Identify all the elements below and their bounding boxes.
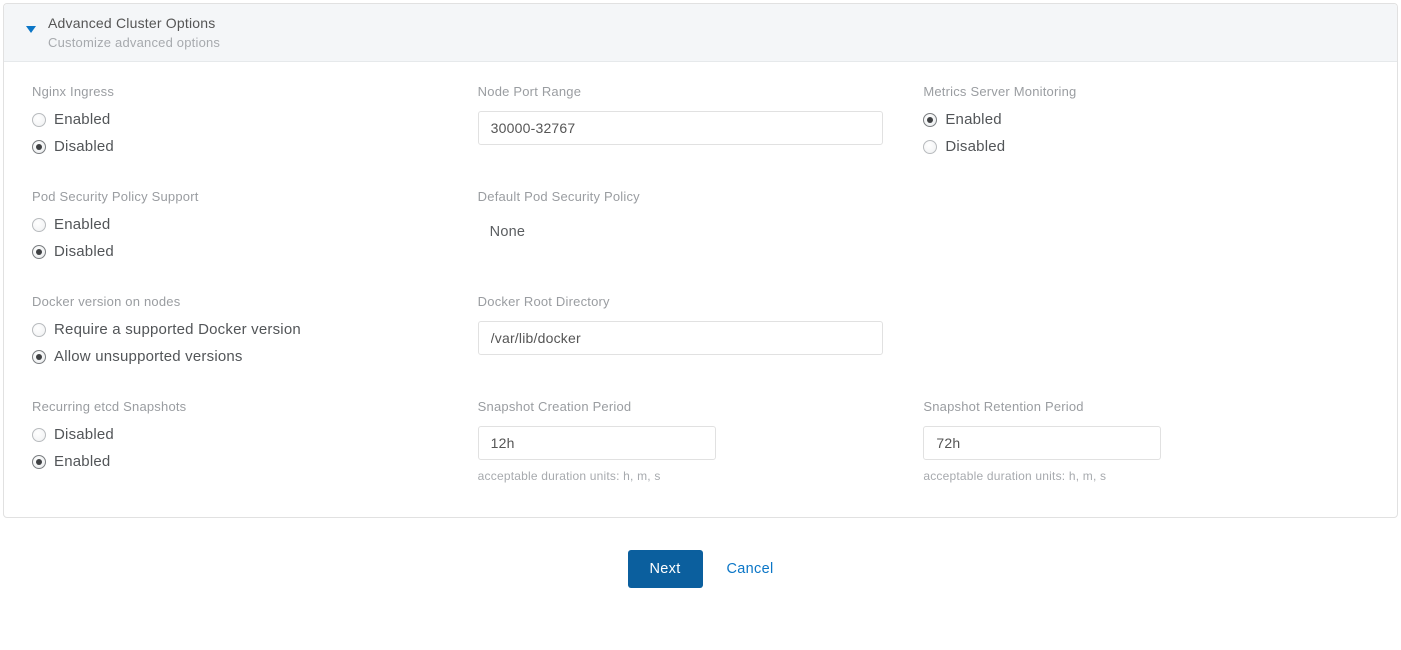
empty-col (923, 294, 1369, 365)
radio-label: Allow unsupported versions (54, 348, 243, 365)
radio-docker-require[interactable]: Require a supported Docker version (32, 321, 438, 338)
label-snapshot-retention: Snapshot Retention Period (923, 399, 1329, 414)
radio-etcd-enabled[interactable]: Enabled (32, 453, 438, 470)
field-etcd-snapshots: Recurring etcd Snapshots Disabled Enable… (32, 399, 478, 483)
label-psp-support: Pod Security Policy Support (32, 189, 438, 204)
field-psp-support: Pod Security Policy Support Enabled Disa… (32, 189, 478, 260)
radio-icon (32, 428, 46, 442)
radio-metrics-disabled[interactable]: Disabled (923, 138, 1329, 155)
label-nginx-ingress: Nginx Ingress (32, 84, 438, 99)
radio-label: Enabled (54, 216, 110, 233)
row-2: Pod Security Policy Support Enabled Disa… (32, 189, 1369, 260)
radio-icon (32, 455, 46, 469)
radio-icon (32, 140, 46, 154)
panel-title: Advanced Cluster Options (48, 15, 1381, 31)
cancel-button[interactable]: Cancel (727, 561, 774, 577)
row-4: Recurring etcd Snapshots Disabled Enable… (32, 399, 1369, 483)
field-metrics-server: Metrics Server Monitoring Enabled Disabl… (923, 84, 1369, 155)
radio-icon (32, 323, 46, 337)
radio-icon (923, 113, 937, 127)
field-snapshot-retention: Snapshot Retention Period acceptable dur… (923, 399, 1369, 483)
field-default-psp: Default Pod Security Policy None (478, 189, 924, 260)
radio-group-docker-version: Require a supported Docker version Allow… (32, 321, 438, 365)
row-1: Nginx Ingress Enabled Disabled Node Port… (32, 84, 1369, 155)
caret-down-icon (26, 26, 36, 33)
empty-col (923, 189, 1369, 260)
radio-label: Disabled (945, 138, 1005, 155)
radio-docker-allow[interactable]: Allow unsupported versions (32, 348, 438, 365)
panel-subtitle: Customize advanced options (48, 35, 1381, 50)
radio-group-etcd: Disabled Enabled (32, 426, 438, 470)
label-etcd-snapshots: Recurring etcd Snapshots (32, 399, 438, 414)
label-metrics-server: Metrics Server Monitoring (923, 84, 1329, 99)
radio-psp-disabled[interactable]: Disabled (32, 243, 438, 260)
radio-icon (32, 113, 46, 127)
node-port-range-input[interactable] (478, 111, 884, 145)
label-docker-version: Docker version on nodes (32, 294, 438, 309)
radio-nginx-enabled[interactable]: Enabled (32, 111, 438, 128)
radio-metrics-enabled[interactable]: Enabled (923, 111, 1329, 128)
radio-label: Require a supported Docker version (54, 321, 301, 338)
snapshot-creation-helper: acceptable duration units: h, m, s (478, 469, 884, 483)
panel-body: Nginx Ingress Enabled Disabled Node Port… (4, 62, 1397, 517)
default-psp-value: None (478, 216, 884, 248)
radio-group-psp: Enabled Disabled (32, 216, 438, 260)
radio-label: Disabled (54, 426, 114, 443)
advanced-cluster-options-panel: Advanced Cluster Options Customize advan… (3, 3, 1398, 518)
next-button[interactable]: Next (628, 550, 703, 588)
field-docker-version: Docker version on nodes Require a suppor… (32, 294, 478, 365)
snapshot-retention-helper: acceptable duration units: h, m, s (923, 469, 1329, 483)
radio-icon (32, 350, 46, 364)
radio-icon (32, 218, 46, 232)
radio-group-metrics-server: Enabled Disabled (923, 111, 1329, 155)
radio-label: Disabled (54, 243, 114, 260)
label-docker-root: Docker Root Directory (478, 294, 884, 309)
label-node-port-range: Node Port Range (478, 84, 884, 99)
radio-icon (923, 140, 937, 154)
radio-label: Enabled (54, 453, 110, 470)
field-nginx-ingress: Nginx Ingress Enabled Disabled (32, 84, 478, 155)
field-node-port-range: Node Port Range (478, 84, 924, 155)
panel-header[interactable]: Advanced Cluster Options Customize advan… (4, 4, 1397, 62)
radio-label: Enabled (54, 111, 110, 128)
radio-group-nginx-ingress: Enabled Disabled (32, 111, 438, 155)
radio-label: Enabled (945, 111, 1001, 128)
snapshot-creation-input[interactable] (478, 426, 716, 460)
radio-psp-enabled[interactable]: Enabled (32, 216, 438, 233)
radio-etcd-disabled[interactable]: Disabled (32, 426, 438, 443)
radio-icon (32, 245, 46, 259)
row-3: Docker version on nodes Require a suppor… (32, 294, 1369, 365)
radio-nginx-disabled[interactable]: Disabled (32, 138, 438, 155)
label-snapshot-creation: Snapshot Creation Period (478, 399, 884, 414)
radio-label: Disabled (54, 138, 114, 155)
label-default-psp: Default Pod Security Policy (478, 189, 884, 204)
footer-actions: Next Cancel (0, 550, 1401, 588)
snapshot-retention-input[interactable] (923, 426, 1161, 460)
field-docker-root: Docker Root Directory (478, 294, 924, 365)
field-snapshot-creation: Snapshot Creation Period acceptable dura… (478, 399, 924, 483)
docker-root-input[interactable] (478, 321, 884, 355)
